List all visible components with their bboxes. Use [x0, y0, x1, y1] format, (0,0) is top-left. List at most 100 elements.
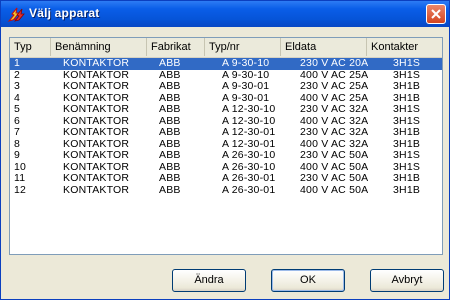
- edit-button[interactable]: Ändra: [172, 269, 246, 292]
- column-header-fabrikat[interactable]: Fabrikat: [147, 38, 205, 56]
- column-header-typ[interactable]: Typ: [10, 38, 51, 56]
- cell-typnr: A 12-30-10: [222, 115, 276, 127]
- column-header-typnr[interactable]: Typ/nr: [205, 38, 281, 56]
- cell-benamning: KONTAKTOR: [63, 161, 130, 173]
- cell-eldata: 400 V AC 25A: [300, 69, 369, 81]
- cell-kontakter: 3H1S: [393, 69, 421, 81]
- cell-eldata: 400 V AC 32A: [300, 138, 369, 150]
- cell-typ: 7: [14, 127, 21, 138]
- cell-fabrikat: ABB: [159, 69, 181, 81]
- cell-typ: 10: [14, 161, 27, 173]
- table-row[interactable]: 7 KONTAKTOR ABB A 12-30-01 230 V AC 32A 3H1B: [10, 127, 442, 139]
- cell-typnr: A 26-30-01: [222, 173, 276, 184]
- cell-fabrikat: ABB: [159, 58, 181, 69]
- cell-kontakter: 3H1B: [393, 127, 421, 138]
- cell-benamning: KONTAKTOR: [63, 173, 130, 184]
- cell-typnr: A 26-30-10: [222, 161, 276, 173]
- cell-typ: 4: [14, 92, 21, 104]
- list-header: Typ Benämning Fabrikat Typ/nr Eldata Kon…: [10, 38, 442, 58]
- cell-kontakter: 3H1B: [393, 184, 421, 196]
- table-row[interactable]: 12 KONTAKTOR ABB A 26-30-01 400 V AC 50A 3H1B: [10, 185, 442, 197]
- table-row[interactable]: 3 KONTAKTOR ABB A 9-30-01 230 V AC 25A 3H1B: [10, 81, 442, 93]
- cell-typnr: A 12-30-01: [222, 127, 276, 138]
- cell-benamning: KONTAKTOR: [63, 69, 130, 81]
- cell-fabrikat: ABB: [159, 92, 181, 104]
- cell-typ: 11: [14, 173, 26, 184]
- cell-kontakter: 3H1B: [393, 138, 421, 150]
- cell-typ: 12: [14, 184, 27, 196]
- cell-kontakter: 3H1S: [393, 115, 421, 127]
- cell-fabrikat: ABB: [159, 81, 181, 92]
- cell-benamning: KONTAKTOR: [63, 81, 130, 92]
- cell-eldata: 230 V AC 25A: [300, 81, 369, 92]
- table-row[interactable]: 1 KONTAKTOR ABB A 9-30-10 230 V AC 20A 3H1S: [10, 58, 442, 70]
- cell-fabrikat: ABB: [159, 138, 181, 150]
- cell-typ: 3: [14, 81, 21, 92]
- cell-kontakter: 3H1B: [393, 92, 421, 104]
- cell-typ: 6: [14, 115, 21, 127]
- cell-benamning: KONTAKTOR: [63, 127, 130, 138]
- cell-eldata: 400 V AC 50A: [300, 184, 369, 196]
- cell-kontakter: 3H1S: [393, 150, 421, 161]
- cell-typnr: A 9-30-10: [222, 69, 270, 81]
- table-row[interactable]: 8 KONTAKTOR ABB A 12-30-01 400 V AC 32A 3H1B: [10, 139, 442, 151]
- table-row[interactable]: 5 KONTAKTOR ABB A 12-30-10 230 V AC 32A 3H1S: [10, 104, 442, 116]
- ok-button[interactable]: OK: [271, 269, 345, 292]
- cell-typ: 5: [14, 104, 21, 115]
- table-row[interactable]: 11 KONTAKTOR ABB A 26-30-01 230 V AC 50A 3H1B: [10, 173, 442, 185]
- cell-eldata: 230 V AC 32A: [300, 127, 369, 138]
- table-row[interactable]: 2 KONTAKTOR ABB A 9-30-10 400 V AC 25A 3H1S: [10, 70, 442, 82]
- cell-eldata: 230 V AC 50A: [300, 173, 369, 184]
- apparatus-list[interactable]: Typ Benämning Fabrikat Typ/nr Eldata Kon…: [9, 37, 443, 255]
- cell-benamning: KONTAKTOR: [63, 104, 130, 115]
- cell-eldata: 400 V AC 25A: [300, 92, 369, 104]
- cell-fabrikat: ABB: [159, 115, 181, 127]
- cell-eldata: 230 V AC 50A: [300, 150, 369, 161]
- column-header-eldata[interactable]: Eldata: [281, 38, 367, 56]
- cell-typ: 2: [14, 69, 21, 81]
- cell-kontakter: 3H1S: [393, 161, 421, 173]
- table-row[interactable]: 10 KONTAKTOR ABB A 26-30-10 400 V AC 50A 3H1S: [10, 162, 442, 174]
- cell-benamning: KONTAKTOR: [63, 58, 130, 69]
- cell-fabrikat: ABB: [159, 127, 181, 138]
- close-button[interactable]: [426, 4, 446, 24]
- cell-typnr: A 26-30-01: [222, 184, 276, 196]
- cell-eldata: 400 V AC 32A: [300, 115, 369, 127]
- cell-typnr: A 9-30-01: [222, 92, 270, 104]
- cell-fabrikat: ABB: [159, 104, 181, 115]
- cell-fabrikat: ABB: [159, 184, 181, 196]
- cell-benamning: KONTAKTOR: [63, 150, 130, 161]
- cell-typ: 8: [14, 138, 21, 150]
- cell-benamning: KONTAKTOR: [63, 138, 130, 150]
- cancel-button[interactable]: Avbryt: [370, 269, 444, 292]
- dialog-window: Välj apparat Typ Benämning Fabrikat Typ/…: [0, 0, 450, 300]
- column-header-kontakter[interactable]: Kontakter: [367, 38, 442, 56]
- cell-kontakter: 3H1B: [393, 81, 421, 92]
- cell-eldata: 230 V AC 32A: [300, 104, 369, 115]
- window-title: Välj apparat: [29, 6, 100, 20]
- lightning-bolt-icon: [7, 5, 25, 23]
- cell-typnr: A 12-30-10: [222, 104, 276, 115]
- cell-kontakter: 3H1S: [393, 104, 421, 115]
- column-header-benamning[interactable]: Benämning: [51, 38, 147, 56]
- cell-typ: 9: [14, 150, 21, 161]
- cell-benamning: KONTAKTOR: [63, 184, 130, 196]
- table-row[interactable]: 6 KONTAKTOR ABB A 12-30-10 400 V AC 32A 3H1S: [10, 116, 442, 128]
- title-bar[interactable]: Välj apparat: [1, 1, 449, 27]
- cell-eldata: 230 V AC 20A: [300, 58, 369, 69]
- cell-fabrikat: ABB: [159, 150, 181, 161]
- cell-kontakter: 3H1B: [393, 173, 421, 184]
- list-rows: 1 KONTAKTOR ABB A 9-30-10 230 V AC 20A 3H1S 2 K…: [10, 58, 442, 196]
- cell-benamning: KONTAKTOR: [63, 115, 130, 127]
- cell-benamning: KONTAKTOR: [63, 92, 130, 104]
- cell-typ: 1: [14, 58, 21, 69]
- cell-typnr: A 12-30-01: [222, 138, 276, 150]
- cell-fabrikat: ABB: [159, 173, 181, 184]
- table-row[interactable]: 4 KONTAKTOR ABB A 9-30-01 400 V AC 25A 3H1B: [10, 93, 442, 105]
- close-icon: [431, 9, 441, 19]
- table-row[interactable]: 9 KONTAKTOR ABB A 26-30-10 230 V AC 50A 3H1S: [10, 150, 442, 162]
- cell-eldata: 400 V AC 50A: [300, 161, 369, 173]
- cell-fabrikat: ABB: [159, 161, 181, 173]
- cell-typnr: A 9-30-01: [222, 81, 270, 92]
- cell-typnr: A 9-30-10: [222, 58, 270, 69]
